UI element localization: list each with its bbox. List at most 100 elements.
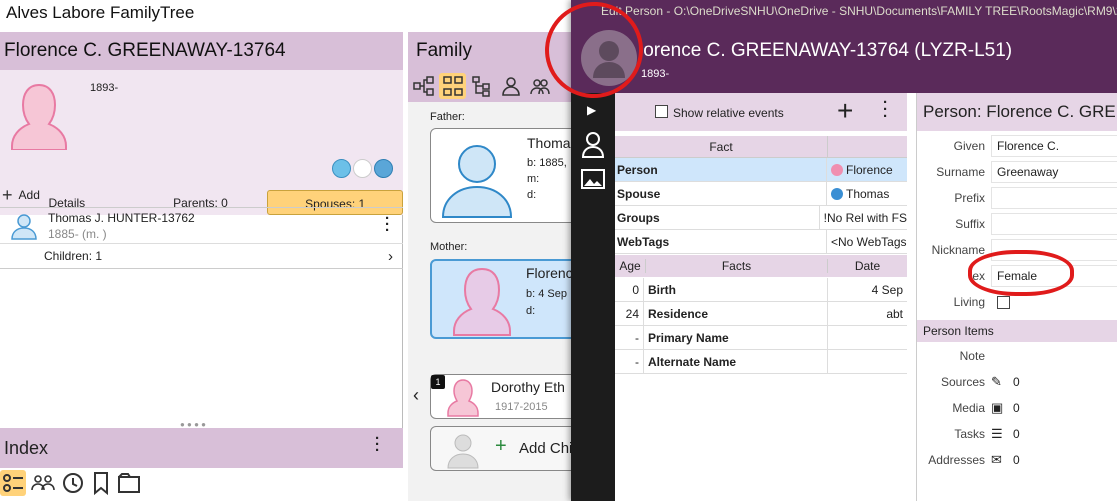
people-view-icon[interactable] — [526, 73, 553, 99]
note-row[interactable]: Note — [917, 343, 1117, 369]
living-checkbox[interactable] — [997, 295, 1010, 309]
mother-label: Mother: — [430, 241, 468, 253]
pedigree-view-icon[interactable] — [410, 73, 437, 99]
envelope-icon: ✉ — [991, 452, 1002, 467]
sources-count: 0 — [1013, 375, 1020, 389]
checklist-icon: ☰ — [991, 426, 1003, 441]
event-fact: Alternate Name — [643, 349, 827, 374]
media-label: Media — [952, 401, 985, 415]
spouse-name: Thomas J. HUNTER-13762 — [48, 211, 195, 225]
chevron-left-icon[interactable]: ‹ — [413, 385, 419, 406]
fact-row-webtags[interactable]: WebTags <No WebTags — [615, 229, 907, 254]
sources-label: Sources — [940, 375, 985, 389]
mother-death: d: — [526, 305, 536, 317]
note-label: Note — [959, 349, 985, 363]
spouse-years: 1885- (m. ) — [48, 227, 107, 241]
fact-value: !No Rel with FS — [823, 210, 907, 225]
media-row[interactable]: Media ▣ 0 — [917, 395, 1117, 421]
fact-name: Person — [615, 157, 827, 182]
event-fact: Birth — [643, 277, 827, 302]
events-header: Age Facts Date — [615, 255, 907, 277]
tasks-row[interactable]: Tasks ☰ 0 — [917, 421, 1117, 447]
status-circle-icon[interactable] — [353, 159, 372, 178]
spouse-row[interactable]: Thomas J. HUNTER-13762 1885- (m. ) · · · — [0, 208, 403, 244]
bookmark-icon[interactable] — [90, 470, 112, 496]
person-view-icon[interactable] — [497, 73, 524, 99]
familysearch-tree-icon[interactable] — [374, 159, 393, 178]
prefix-field[interactable] — [991, 187, 1117, 209]
descendant-view-icon[interactable] — [468, 73, 495, 99]
male-silhouette-icon — [10, 212, 38, 240]
child-count-badge: 1 — [431, 375, 445, 389]
tasks-count: 0 — [1013, 427, 1020, 441]
add-child-button[interactable]: + Add Chi — [430, 426, 580, 471]
surname-row: Surname Greenaway — [917, 159, 1117, 185]
person-years: 1893- — [90, 82, 119, 94]
event-fact: Primary Name — [643, 325, 827, 350]
play-icon[interactable]: ▶ — [587, 103, 596, 117]
more-vert-icon[interactable]: · · · — [385, 211, 390, 238]
fact-name: WebTags — [615, 229, 827, 254]
plus-icon: + — [2, 184, 13, 205]
person-details-panel: Person: Florence C. GREE Given Florence C… — [916, 93, 1117, 501]
addresses-label: Addresses — [928, 453, 985, 467]
index-title: Index — [4, 438, 49, 458]
event-row[interactable]: - Primary Name — [615, 325, 907, 350]
add-fact-icon[interactable]: + — [837, 97, 853, 125]
chevron-right-icon: › — [388, 247, 393, 265]
event-age: - — [635, 330, 639, 345]
fact-name: Spouse — [615, 181, 827, 206]
people-list-icon[interactable] — [0, 470, 26, 496]
add-spouse-button[interactable]: + Add — [0, 183, 403, 208]
female-silhouette-icon — [450, 265, 514, 337]
child-card[interactable]: 1 Dorothy Eth 1917-2015 — [430, 374, 580, 419]
children-label: Children: 1 — [44, 249, 103, 263]
sources-row[interactable]: Sources ✎ 0 — [917, 369, 1117, 395]
family-view-icon[interactable] — [439, 73, 466, 99]
add-label: Add — [18, 188, 40, 202]
history-icon[interactable] — [60, 470, 86, 496]
fact-row-person[interactable]: Person Florence — [615, 157, 907, 182]
female-silhouette-icon — [8, 80, 70, 150]
prefix-row: Prefix — [917, 185, 1117, 211]
tasks-label: Tasks — [954, 427, 985, 441]
event-row[interactable]: - Alternate Name — [615, 349, 907, 374]
red-annotation-circle — [968, 250, 1074, 296]
fact-row-groups[interactable]: Groups !No Rel with FS — [615, 205, 907, 230]
index-header: Index · · · — [0, 428, 403, 468]
suffix-field[interactable] — [991, 213, 1117, 235]
fact-value: Florence — [846, 162, 893, 177]
fact-row-spouse[interactable]: Spouse Thomas — [615, 181, 907, 206]
mother-card[interactable]: Florenc b: 4 Sep d: — [430, 259, 580, 339]
suffix-label: Suffix — [955, 217, 985, 231]
given-field[interactable]: Florence C. — [991, 135, 1117, 157]
female-silhouette-icon — [447, 378, 479, 418]
facts-header: Facts — [645, 259, 827, 273]
person-placeholder-icon — [445, 431, 481, 469]
father-card[interactable]: Thoma b: 1885, m: d: — [430, 128, 580, 223]
person-name-header: Florence C. GREENAWAY-13764 — [0, 32, 403, 70]
event-date: abt — [827, 301, 907, 326]
mother-name: Florenc — [526, 265, 573, 281]
media-icon[interactable] — [581, 168, 605, 190]
show-relative-checkbox[interactable] — [655, 105, 668, 118]
hint-icon[interactable] — [332, 159, 351, 178]
event-fact: Residence — [643, 301, 827, 326]
index-pane: Index · · · — [0, 428, 403, 501]
families-icon[interactable] — [30, 470, 56, 496]
dialog-header: lorence C. GREENAWAY-13764 (LYZR-L51) 18… — [571, 22, 1117, 93]
more-vert-icon[interactable]: · · · — [883, 95, 888, 124]
event-row[interactable]: 0 Birth 4 Sep — [615, 277, 907, 302]
folder-person-icon[interactable] — [116, 470, 142, 496]
image-icon: ▣ — [991, 400, 1004, 415]
more-vert-icon[interactable]: · · · — [375, 431, 380, 458]
event-row[interactable]: 24 Residence abt — [615, 301, 907, 326]
addresses-row[interactable]: Addresses ✉ 0 — [917, 447, 1117, 473]
surname-field[interactable]: Greenaway — [991, 161, 1117, 183]
suffix-row: Suffix — [917, 211, 1117, 237]
show-relative-label: Show relative events — [673, 106, 784, 120]
event-date — [827, 349, 907, 374]
dialog-person-name: lorence C. GREENAWAY-13764 (LYZR-L51) — [639, 40, 1013, 61]
children-row[interactable]: Children: 1 › — [0, 244, 403, 269]
person-icon[interactable] — [581, 131, 605, 159]
